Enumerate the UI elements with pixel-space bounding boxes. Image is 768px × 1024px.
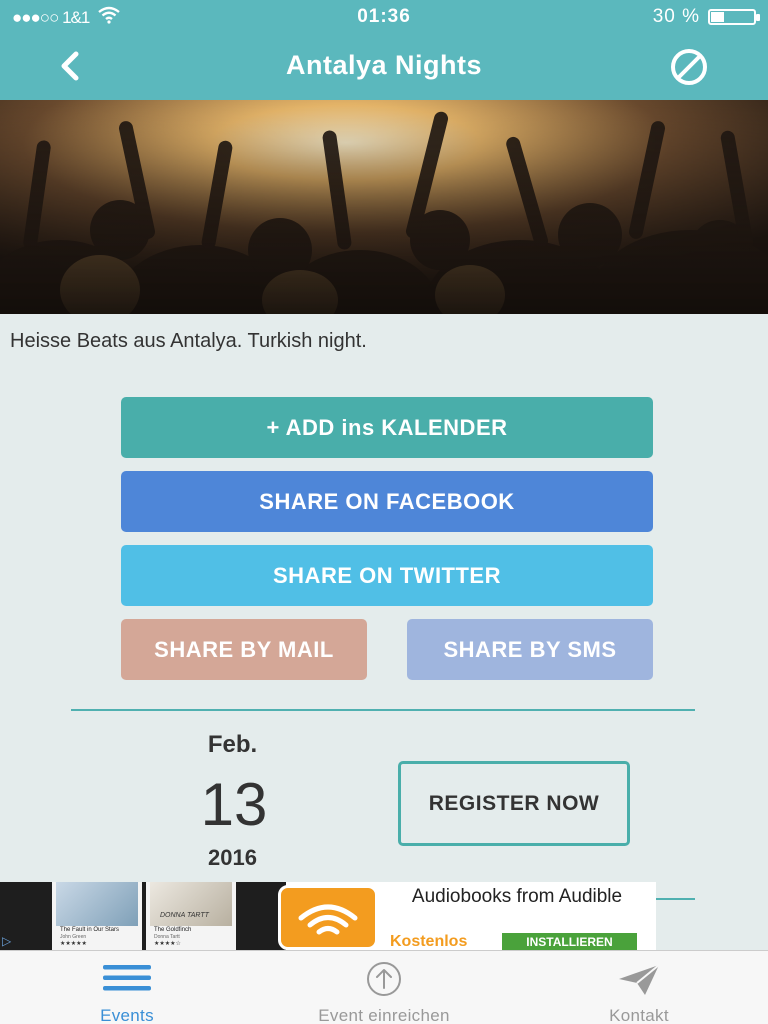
ad-headline: Audiobooks from Audible	[411, 886, 623, 907]
event-hero-image	[0, 100, 768, 314]
battery-icon	[708, 9, 760, 25]
battery-percent: 30 %	[652, 6, 700, 27]
tab-events[interactable]: Events	[52, 951, 202, 1024]
book-cover-image	[56, 882, 138, 926]
book-title: The Goldfinch	[154, 927, 192, 933]
tab-bar: Events Event einreichen Kontakt	[0, 950, 768, 1024]
menu-lines-icon	[103, 963, 151, 998]
ad-free-label: Kostenlos	[390, 933, 468, 950]
paper-plane-icon	[615, 963, 663, 1002]
ad-install-button[interactable]: INSTALLIEREN	[502, 933, 637, 950]
event-day: 13	[200, 771, 268, 838]
ad-banner[interactable]: The Fault in Our Stars John Green ★★★★★ …	[0, 882, 656, 950]
event-year: 2016	[208, 845, 257, 870]
share-sms-button[interactable]: SHARE BY SMS	[407, 619, 653, 680]
app-header: ●●●○○ 1&1 01:36 30 % Antalya Nights	[0, 0, 768, 100]
tab-events-label: Events	[100, 1006, 154, 1024]
status-bar: ●●●○○ 1&1 01:36 30 %	[0, 4, 768, 30]
event-month: Feb.	[207, 731, 258, 758]
event-description: Heisse Beats aus Antalya. Turkish night.	[10, 330, 367, 352]
page-title: Antalya Nights	[285, 50, 483, 80]
tab-submit-event-label: Event einreichen	[318, 1006, 450, 1024]
section-divider	[71, 709, 695, 711]
book-stars: ★★★★★	[60, 941, 87, 947]
share-mail-button[interactable]: SHARE BY MAIL	[121, 619, 367, 680]
add-to-calendar-button[interactable]: + ADD ins KALENDER	[121, 397, 653, 458]
tab-contact[interactable]: Kontakt	[566, 951, 712, 1024]
share-facebook-button[interactable]: SHARE ON FACEBOOK	[121, 471, 653, 532]
audible-logo	[278, 885, 378, 950]
upload-circle-icon	[360, 961, 408, 1002]
book-cover-text: DONNA TARTT	[160, 912, 209, 919]
book-title: The Fault in Our Stars	[60, 927, 120, 933]
concert-crowd-image	[0, 100, 768, 314]
ad-books-strip: The Fault in Our Stars John Green ★★★★★ …	[0, 882, 286, 950]
ad-book: DONNA TARTT The Goldfinch Donna Tartt ★★…	[146, 882, 236, 950]
battery-group: 30 %	[652, 6, 760, 28]
book-stars: ★★★★☆	[154, 941, 181, 947]
adchoices-icon[interactable]: ▷	[2, 934, 11, 948]
block-icon[interactable]	[668, 46, 710, 88]
tab-submit-event[interactable]: Event einreichen	[288, 951, 480, 1024]
share-twitter-button[interactable]: SHARE ON TWITTER	[121, 545, 653, 606]
register-now-button[interactable]: REGISTER NOW	[398, 761, 630, 846]
section-divider-2	[652, 898, 695, 900]
tab-contact-label: Kontakt	[609, 1006, 669, 1024]
ad-book: The Fault in Our Stars John Green ★★★★★	[52, 882, 142, 950]
book-cover-image: DONNA TARTT	[150, 882, 232, 926]
